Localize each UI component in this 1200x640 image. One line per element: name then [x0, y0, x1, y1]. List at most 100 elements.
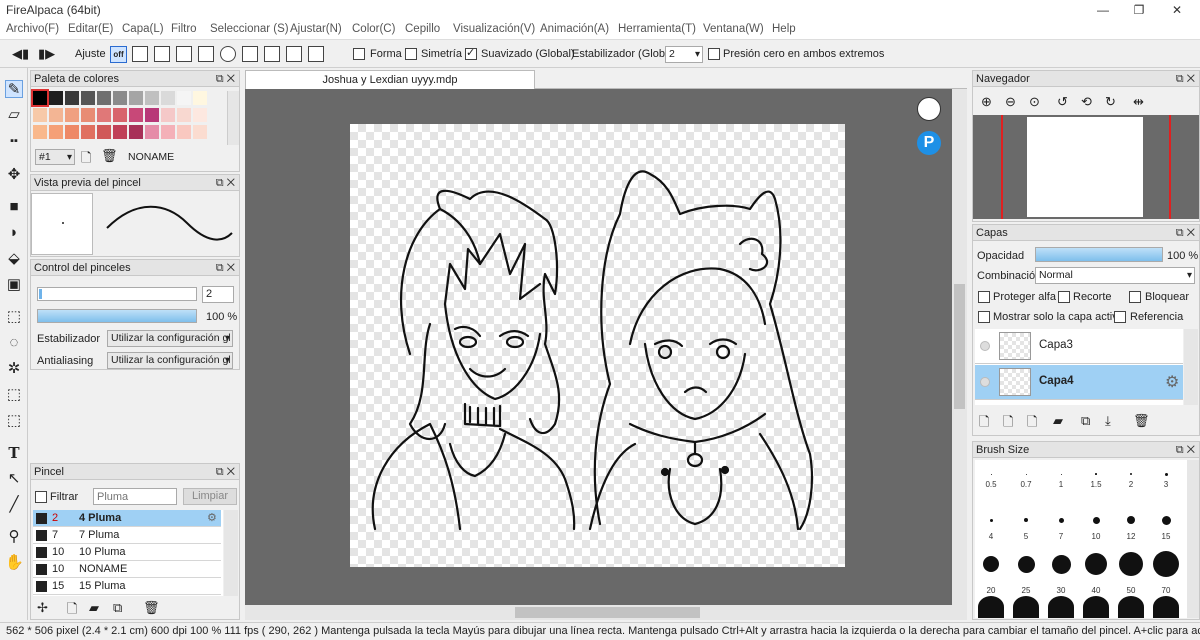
brush-tool-icon[interactable]: ✎ [5, 80, 23, 98]
brush-size-slider[interactable] [37, 287, 197, 301]
color-swatch[interactable] [81, 125, 95, 139]
rectangle-tool-icon[interactable]: ■ [5, 198, 23, 216]
brush-size-input[interactable]: 2 [202, 286, 234, 303]
brush-list-scrollbar[interactable] [224, 510, 238, 596]
menu-help[interactable]: Help [772, 23, 796, 35]
pixiv-share-icon[interactable]: P [917, 131, 941, 155]
reset-rotation-icon[interactable]: ⟲ [1081, 94, 1092, 110]
snap-3d-icon[interactable] [264, 46, 280, 62]
shape-checkbox[interactable] [353, 48, 365, 60]
brush-size-dot[interactable] [1060, 473, 1062, 475]
color-swatch[interactable] [113, 125, 127, 139]
panel-close-icon[interactable]: ⧉ ✕ [216, 260, 235, 276]
color-swatch[interactable] [145, 125, 159, 139]
divide-tool-icon[interactable]: ╱ [5, 496, 23, 514]
color-swatch[interactable] [97, 125, 111, 139]
brush-size-dot[interactable] [1119, 552, 1143, 576]
brush-stabilizer-select[interactable]: Utilizar la configuración gl [107, 330, 233, 347]
duplicate-brush-icon[interactable]: ⧉ [113, 600, 122, 616]
color-swatch[interactable] [113, 108, 127, 122]
brush-size-dot[interactable] [978, 596, 1004, 618]
brush-size-dot[interactable] [1092, 516, 1100, 524]
layer-list-scrollbar[interactable] [1184, 329, 1198, 405]
new-layer-icon[interactable]: 🗋 [979, 413, 989, 435]
menu-color[interactable]: Color(C) [352, 23, 395, 35]
palette-index-select[interactable]: #1 [35, 149, 75, 165]
color-swatch[interactable] [193, 108, 207, 122]
menu-layer[interactable]: Capa(L) [122, 23, 164, 35]
minimize-button[interactable]: — [1086, 0, 1120, 20]
brush-row[interactable]: 2 4 Pluma ⚙ [33, 510, 221, 527]
color-swatch[interactable] [65, 91, 79, 105]
lock-checkbox[interactable] [1129, 291, 1141, 303]
maximize-button[interactable]: ❐ [1122, 0, 1156, 20]
alpaca-logo-icon[interactable] [917, 97, 941, 121]
color-swatch[interactable] [145, 91, 159, 105]
layer-visibility-icon[interactable] [980, 341, 990, 351]
clear-filter-button[interactable]: Limpiar [183, 488, 237, 505]
color-swatch[interactable] [145, 108, 159, 122]
menu-file[interactable]: Archivo(F) [6, 23, 59, 35]
color-swatch[interactable] [177, 91, 191, 105]
brush-size-dot[interactable] [1083, 596, 1109, 618]
new-8bit-layer-icon[interactable]: 🗋 [1003, 413, 1013, 435]
navigator-preview[interactable] [973, 115, 1199, 219]
folder-icon[interactable]: ▰ [89, 600, 99, 616]
panel-close-icon[interactable]: ⧉ ✕ [1176, 442, 1195, 458]
stabilizer-select[interactable]: 2 [665, 46, 703, 63]
color-swatch[interactable] [65, 125, 79, 139]
brush-row[interactable]: 10 10 Pluma [33, 544, 221, 561]
color-swatch[interactable] [33, 108, 47, 122]
protect-alpha-checkbox[interactable] [978, 291, 990, 303]
reference-checkbox[interactable] [1114, 311, 1126, 323]
document-tab[interactable]: Joshua y Lexdian uyyy.mdp [245, 70, 535, 89]
snap-3d-alt-icon[interactable] [286, 46, 302, 62]
brush-row[interactable]: 7 7 Pluma [33, 527, 221, 544]
color-swatch[interactable] [97, 91, 111, 105]
close-window-button[interactable]: ✕ [1160, 0, 1194, 20]
filter-checkbox[interactable] [35, 491, 47, 503]
color-swatch[interactable] [193, 91, 207, 105]
snap-circle-icon[interactable] [220, 46, 236, 62]
dot-tool-icon[interactable]: ▪▪ [5, 132, 23, 150]
add-brush-icon[interactable]: ✢ [37, 600, 48, 616]
menu-adjust[interactable]: Ajustar(N) [290, 23, 342, 35]
zoom-in-icon[interactable]: ⊕ [981, 94, 992, 110]
snap-perspective-icon[interactable] [308, 46, 324, 62]
snap-parallel-icon[interactable] [132, 46, 148, 62]
symmetry-checkbox[interactable] [405, 48, 417, 60]
brush-size-dot[interactable] [990, 473, 992, 475]
move-tool-icon[interactable]: ✥ [5, 166, 23, 184]
brush-size-dot[interactable] [1127, 516, 1135, 524]
snap-crisscross-icon[interactable] [176, 46, 192, 62]
brush-size-dot[interactable] [1013, 596, 1039, 618]
eyedropper-tool-icon[interactable]: ⚲ [5, 528, 23, 546]
brush-size-dot[interactable] [1095, 473, 1097, 475]
color-swatch[interactable] [177, 125, 191, 139]
brush-size-dot[interactable] [1130, 473, 1132, 475]
layer-folder-icon[interactable]: ▰ [1053, 413, 1063, 429]
color-swatch[interactable] [65, 108, 79, 122]
brush-size-dot[interactable] [1058, 517, 1064, 523]
layer-settings-gear-icon[interactable]: ⚙ [1165, 372, 1179, 392]
color-swatch[interactable] [49, 108, 63, 122]
panel-close-icon[interactable]: ⧉ ✕ [1176, 225, 1195, 241]
brush-size-dot[interactable] [989, 518, 993, 522]
blend-mode-select[interactable]: Normal [1035, 267, 1195, 284]
undo-arrow-icon[interactable]: ◀▮ [12, 45, 29, 63]
brush-opacity-slider[interactable] [37, 309, 197, 323]
zoom-fit-icon[interactable]: ⊙ [1029, 94, 1040, 110]
layer-row[interactable]: Capa4 ⚙ [975, 365, 1183, 400]
color-swatch[interactable] [161, 108, 175, 122]
color-swatch[interactable] [97, 108, 111, 122]
smoothing-checkbox[interactable] [465, 46, 477, 60]
color-swatch[interactable] [31, 89, 49, 107]
gradient-tool-icon[interactable]: ▣ [5, 276, 23, 294]
delete-layer-icon[interactable]: 🗑 [1133, 413, 1150, 429]
text-tool-icon[interactable]: T [5, 444, 23, 462]
snap-grid-icon[interactable] [154, 46, 170, 62]
layer-row[interactable]: Capa3 [975, 329, 1183, 364]
brush-size-dot[interactable] [1153, 596, 1179, 618]
brush-size-dot[interactable] [1025, 473, 1027, 475]
panel-close-icon[interactable]: ⧉ ✕ [216, 464, 235, 480]
